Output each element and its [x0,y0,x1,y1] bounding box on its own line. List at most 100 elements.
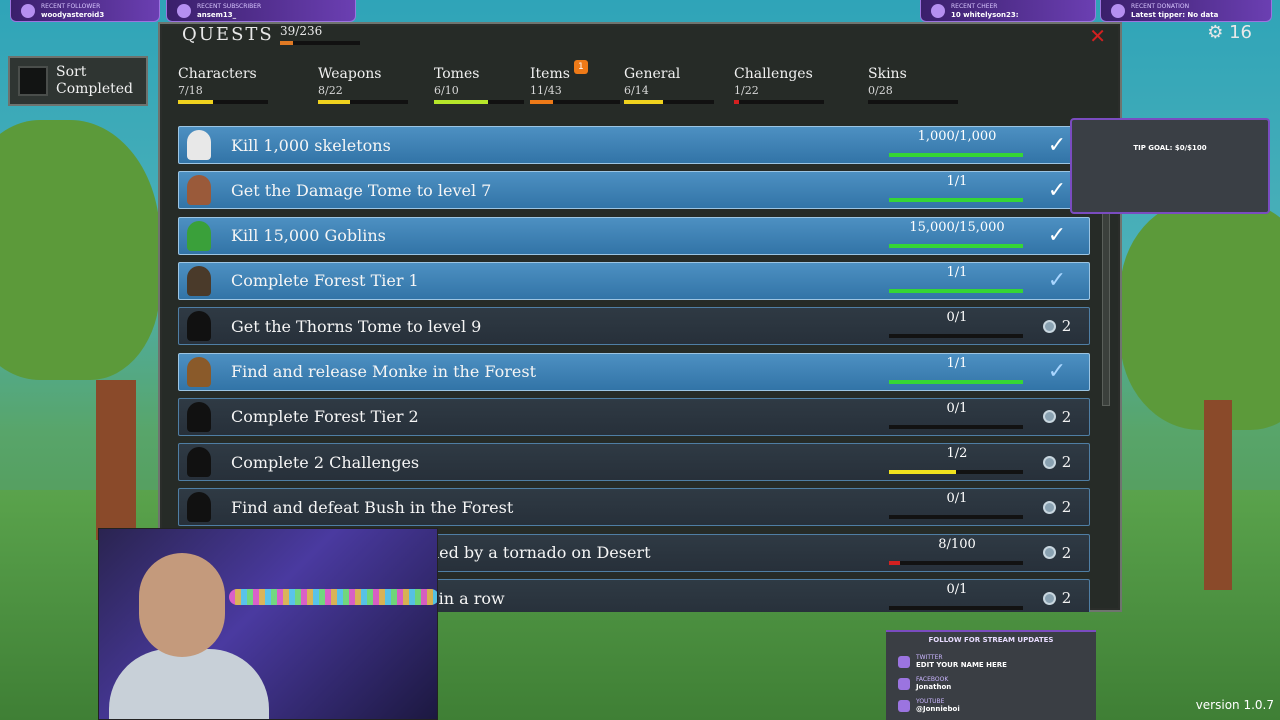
tab-label: Tomes [434,66,480,82]
quest-title: Get the Thorns Tome to level 9 [231,316,482,336]
silver-coin-icon [1042,455,1056,469]
tab-progress-bar [868,100,958,104]
quest-row[interactable]: Find and defeat Bush in the Forest 0/1 2 [178,488,1090,527]
tab-weapons[interactable]: Weapons 8/22 [318,66,408,104]
quest-progress-bar [889,243,1023,248]
tab-label: Items [530,66,570,82]
quest-progress-text: 1/2 [946,446,968,462]
background-trunk [96,380,136,540]
quest-row[interactable]: Complete Forest Tier 2 0/1 2 [178,397,1090,436]
quest-title: Get the Damage Tome to level 7 [231,180,492,200]
recent-cheer-value: 10 whitelyson23: [951,11,1019,19]
reward-amount: 2 [1061,498,1072,517]
tab-progress-fill [530,100,554,104]
character-silhouette [187,311,211,342]
character-silhouette [187,401,211,432]
youtube-row: YOUTUBE @Jonnieboi [898,698,960,713]
quest-title: Kill 15,000 Goblins [231,226,386,246]
quest-progress: 1,000/1,000 [889,127,1025,163]
quest-progress: 0/1 [889,580,1025,612]
youtube-label: YOUTUBE [916,698,945,705]
quest-reward: 2 [1025,408,1089,426]
sort-label-line1: Sort [56,64,87,80]
character-silhouette [187,220,211,251]
streamer-body [109,649,269,719]
quest-character-icon [179,399,219,435]
sort-completed-toggle[interactable]: Sort Completed [8,56,148,106]
quest-row[interactable]: Get the Damage Tome to level 7 1/1 ✓ [178,171,1090,210]
recent-donation-label: RECENT DONATION [1131,3,1190,10]
tab-count: 0/28 [868,84,893,97]
twitter-value: EDIT YOUR NAME HERE [916,661,1007,669]
recent-follower-name: woodyasteroid3 [41,11,105,19]
quest-row[interactable]: Find and release Monke in the Forest 1/1 ✓ [178,352,1090,391]
heart-icon [21,3,35,18]
checkmark-icon: ✓ [1047,223,1067,249]
reward-amount: 2 [1061,453,1072,472]
streamer-head [139,553,225,657]
facebook-row: FACEBOOK Jonathon [898,676,951,691]
tab-progress-fill [434,100,488,104]
silver-coin-icon [1042,500,1056,514]
tab-label: Characters [178,66,257,82]
twitter-icon [898,656,910,668]
tab-challenges[interactable]: Challenges 1/22 [734,66,824,104]
star-icon [177,3,191,18]
close-button[interactable]: ✕ [1089,24,1106,48]
tab-general[interactable]: General 6/14 [624,66,714,104]
quest-row[interactable]: Kill 15,000 Goblins 15,000/15,000 ✓ [178,216,1090,255]
checkmark-icon: ✓ [1047,359,1067,384]
tab-progress-fill [624,100,663,104]
character-silhouette [187,130,211,160]
quest-progress: 0/1 [889,399,1025,435]
tab-characters[interactable]: Characters 7/18 [178,66,268,104]
tab-items[interactable]: Items 11/43 1 [530,60,620,104]
recent-donation-value: Latest tipper: No data [1131,11,1219,19]
quest-character-icon [179,489,219,525]
quest-progress-fill [889,470,956,475]
youtube-value: @Jonnieboi [916,705,960,713]
quest-progress-text: 0/1 [946,582,968,597]
tab-skins[interactable]: Skins 0/28 [868,66,958,104]
quest-progress-fill [889,379,1023,384]
quest-row[interactable]: Complete Forest Tier 1 1/1 ✓ [178,261,1090,300]
quest-row[interactable]: Complete 2 Challenges 1/2 2 [178,443,1090,482]
quest-row[interactable]: Get the Thorns Tome to level 9 0/1 2 [178,307,1090,346]
tab-progress-bar [734,100,824,104]
tab-tomes[interactable]: Tomes 6/10 [434,66,524,104]
quest-reward: 2 [1025,453,1089,471]
quest-title: Complete Forest Tier 2 [231,407,419,427]
quest-row[interactable]: Kill 1,000 skeletons 1,000/1,000 ✓ [178,126,1090,164]
quest-reward: 2 [1025,498,1089,516]
facebook-label: FACEBOOK [916,676,949,683]
quest-progress-fill [889,243,1023,248]
quest-reward: 2 [1025,317,1089,335]
character-silhouette [187,265,211,296]
recent-subscriber-widget: RECENT SUBSCRIBER ansem13_ [166,0,356,22]
recent-subscriber-name: ansem13_ [197,11,237,19]
reward-amount: 2 [1061,317,1072,336]
tab-count: 11/43 [530,84,562,97]
quest-progress-text: 8/100 [938,536,976,552]
tab-label: General [624,66,681,82]
facebook-icon [898,678,910,690]
quest-progress-bar [889,198,1023,203]
quest-progress-text: 0/1 [946,400,968,416]
quest-character-icon [179,354,219,390]
quest-progress: 1/1 [889,263,1025,299]
reward-amount: 2 [1061,589,1072,607]
tab-count: 7/18 [178,84,203,97]
quest-progress-bar [889,424,1023,429]
tab-progress-fill [734,100,739,104]
window-title: QUESTS [182,24,274,45]
sort-completed-checkbox[interactable] [18,66,48,96]
quest-progress-bar [889,153,1023,157]
tab-progress-bar [178,100,268,104]
version-label: version 1.0.7 [1195,698,1274,712]
string-lights [229,589,437,605]
character-silhouette [187,492,211,523]
quest-progress-text: 0/1 [946,310,968,326]
tab-label: Skins [868,66,907,82]
reward-amount: 2 [1061,407,1072,426]
tab-progress-bar [530,100,620,104]
